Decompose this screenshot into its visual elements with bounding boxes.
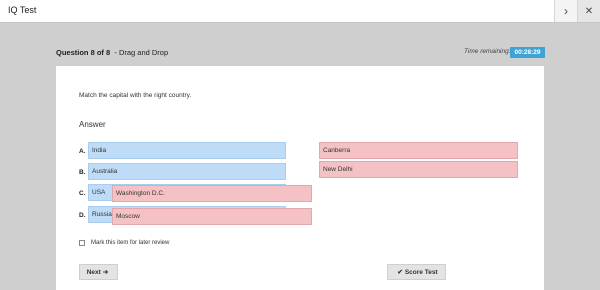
capital-chip-washington[interactable]: Washington D.C.	[112, 185, 312, 202]
next-button[interactable]: Next ➔	[79, 264, 118, 280]
row-letter-c: C.	[79, 190, 86, 197]
row-letter-b: B.	[79, 169, 86, 176]
next-page-button[interactable]: ›	[554, 0, 577, 22]
question-type: - Drag and Drop	[114, 48, 169, 57]
next-button-label: Next	[86, 268, 101, 276]
capital-chip-moscow[interactable]: Moscow	[112, 208, 312, 225]
app-title: IQ Test	[8, 5, 37, 15]
capital-chip-canberra[interactable]: Canberra	[319, 142, 518, 159]
timer-badge: 00:28:29	[510, 47, 545, 58]
timer-label: Time remaining:	[464, 48, 511, 55]
review-checkbox[interactable]	[79, 240, 85, 246]
question-header: Question 8 of 8 - Drag and Drop	[56, 48, 168, 57]
row-letter-a: A.	[79, 148, 86, 155]
close-icon: ✕	[584, 5, 594, 17]
row-letter-d: D.	[79, 212, 86, 219]
close-button[interactable]: ✕	[577, 0, 600, 22]
question-number: Question 8 of 8	[56, 48, 111, 57]
check-icon: ✔	[397, 269, 403, 276]
review-option[interactable]: Mark this item for later review	[79, 240, 169, 246]
top-bar: IQ Test › ✕	[0, 0, 600, 23]
chevron-right-icon: ›	[564, 4, 568, 18]
score-test-label: Score Test	[404, 268, 438, 276]
question-instruction: Match the capital with the right country…	[79, 92, 192, 99]
score-test-button[interactable]: ✔ Score Test	[387, 264, 446, 280]
country-target-india[interactable]: India	[88, 142, 286, 159]
arrow-right-icon: ➔	[102, 269, 109, 276]
capital-chip-new-delhi[interactable]: New Delhi	[319, 161, 518, 178]
country-target-australia[interactable]: Australia	[88, 163, 286, 180]
answer-label: Answer	[79, 120, 106, 129]
review-label: Mark this item for later review	[91, 240, 170, 246]
